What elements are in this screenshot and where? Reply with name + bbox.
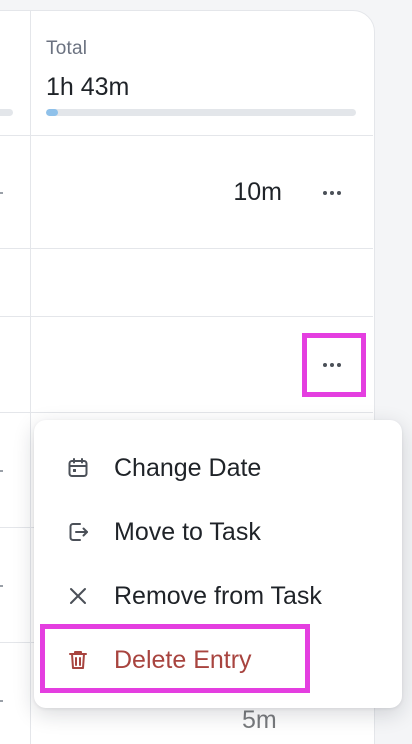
menu-item-label: Move to Task (114, 517, 261, 546)
row-divider (0, 412, 373, 413)
row-divider (0, 316, 373, 317)
column-divider (30, 10, 31, 744)
time-entries-screen: Total 1h 43m 10m 5m Change Date Move to … (0, 0, 412, 744)
menu-item-label: Delete Entry (114, 645, 252, 674)
entry-duration: 10m (233, 178, 282, 206)
adjacent-progress-bar (0, 109, 13, 116)
more-icon-dot (323, 191, 327, 195)
row-divider (0, 248, 373, 249)
move-out-icon (64, 518, 92, 546)
adjacent-cell-mark (0, 585, 3, 587)
close-icon (64, 582, 92, 610)
more-icon-dot (337, 363, 341, 367)
entry-more-button[interactable] (318, 179, 346, 207)
total-value: 1h 43m (46, 73, 130, 101)
entry-more-button-active[interactable] (318, 351, 346, 379)
total-progress-fill (46, 109, 59, 116)
menu-item-move-to-task[interactable]: Move to Task (34, 504, 402, 560)
more-icon-dot (337, 191, 341, 195)
entry-context-menu: Change Date Move to Task Remove from Tas… (34, 420, 402, 708)
menu-item-remove-from-task[interactable]: Remove from Task (34, 568, 402, 624)
total-progress-bar (46, 109, 356, 116)
menu-item-label: Change Date (114, 453, 262, 482)
menu-item-delete-entry[interactable]: Delete Entry (34, 632, 402, 688)
more-icon-dot (330, 191, 334, 195)
more-icon-dot (323, 363, 327, 367)
row-divider (0, 135, 373, 136)
calendar-icon (64, 454, 92, 482)
adjacent-cell-mark (0, 700, 3, 702)
adjacent-cell-mark (0, 192, 3, 194)
entry-duration-peek: 5m (242, 706, 277, 734)
total-label: Total (46, 38, 88, 59)
trash-icon (64, 646, 92, 674)
menu-item-change-date[interactable]: Change Date (34, 440, 402, 496)
adjacent-cell-mark (0, 470, 3, 472)
menu-item-label: Remove from Task (114, 581, 322, 610)
more-icon-dot (330, 363, 334, 367)
